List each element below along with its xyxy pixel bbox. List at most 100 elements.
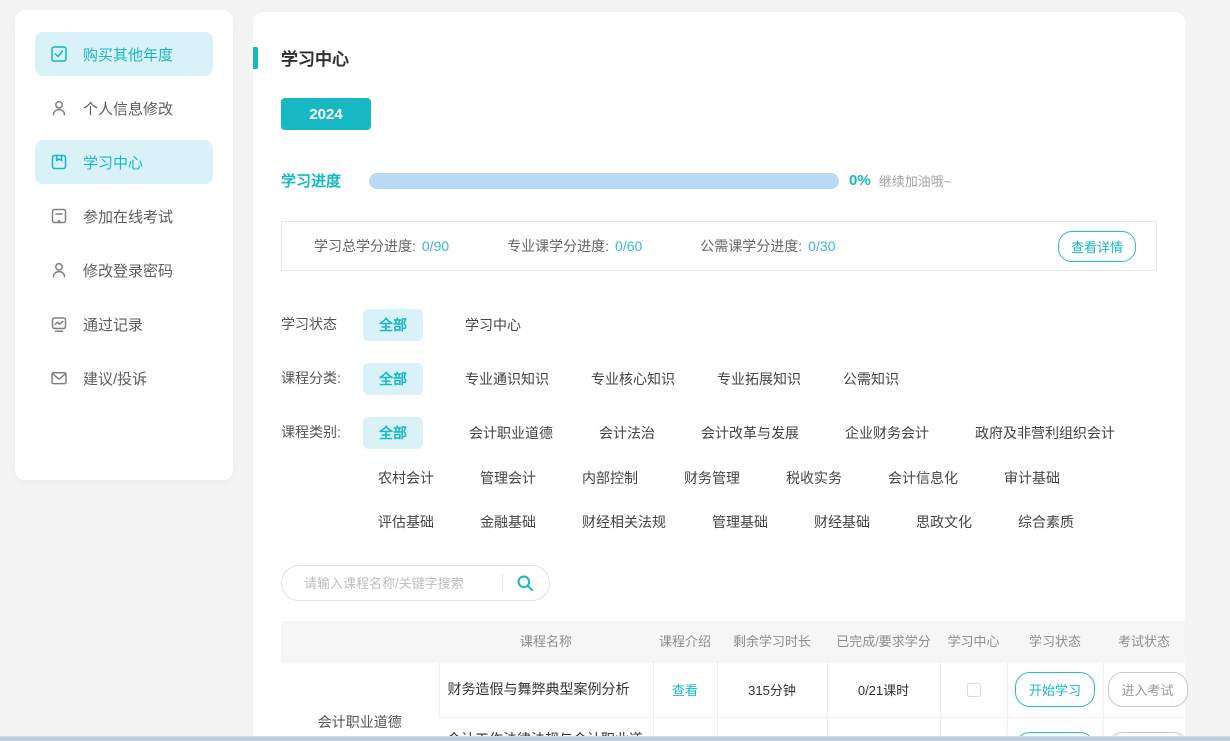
year-2024-button[interactable]: 2024 (281, 98, 371, 130)
filter-option[interactable]: 思政文化 (916, 512, 972, 532)
bookmark-book-icon (49, 152, 69, 172)
filter-option[interactable]: 会计改革与发展 (701, 423, 799, 443)
course-name: 财务造假与舞弊典型案例分析 (439, 661, 653, 717)
filter-course-type: 课程类别: 全部 会计职业道德 会计法治 会计改革与发展 企业财务会计 政府及非… (281, 417, 1185, 537)
filter-course-category: 课程分类: 全部 专业通识知识 专业核心知识 专业拓展知识 公需知识 (281, 363, 1185, 395)
filter-option[interactable]: 财经基础 (814, 512, 870, 532)
column-header-intro: 课程介绍 (653, 621, 717, 661)
sidebar-item-pass-records[interactable]: 通过记录 (35, 302, 213, 346)
credit-label: 公需课学分进度: (700, 236, 802, 256)
view-details-button[interactable]: 查看详情 (1058, 231, 1136, 262)
sidebar-item-learning-center[interactable]: 学习中心 (35, 140, 213, 184)
progress-bar (369, 173, 839, 189)
filter-option[interactable]: 管理会计 (480, 468, 536, 488)
column-header-study-status: 学习状态 (1007, 621, 1103, 661)
filters-section: 学习状态 全部 学习中心 课程分类: 全部 专业通识知识 专业核心知识 专业拓展… (281, 309, 1185, 537)
ballot-check-icon (49, 44, 69, 64)
filter-option-all[interactable]: 全部 (363, 309, 423, 341)
credit-item-professional: 专业课学分进度: 0/60 (507, 236, 642, 256)
filter-option[interactable]: 综合素质 (1018, 512, 1074, 532)
table-header-row: 课程名称 课程介绍 剩余学习时长 已完成/要求学分 学习中心 学习状态 考试状态 (281, 621, 1185, 661)
page-title-row: 学习中心 (253, 45, 1185, 70)
filter-option[interactable]: 内部控制 (582, 468, 638, 488)
sidebar-item-label: 个人信息修改 (83, 98, 173, 119)
filter-option-all[interactable]: 全部 (363, 363, 423, 395)
course-search-box (281, 565, 550, 601)
credit-item-total: 学习总学分进度: 0/90 (314, 236, 449, 256)
filter-option[interactable]: 专业通识知识 (465, 369, 549, 389)
progress-encourage-text: 继续加油哦~ (879, 171, 952, 190)
sidebar-item-label: 修改登录密码 (83, 260, 173, 281)
sidebar-item-label: 通过记录 (83, 314, 143, 335)
horizontal-scrollbar[interactable] (0, 736, 1230, 741)
remaining-time: 315分钟 (717, 661, 827, 717)
exam-document-icon (49, 206, 69, 226)
sidebar-item-label: 购买其他年度 (83, 44, 173, 65)
credit-item-public: 公需课学分进度: 0/30 (700, 236, 835, 256)
credit-value: 0/30 (808, 238, 835, 254)
filter-option[interactable]: 金融基础 (480, 512, 536, 532)
sidebar-item-change-password[interactable]: 修改登录密码 (35, 248, 213, 292)
sidebar: 购买其他年度 个人信息修改 学习中心 参加在线考试 修改登录密码 通过记录 (15, 10, 233, 480)
search-button[interactable] (515, 573, 535, 593)
filter-option[interactable]: 学习中心 (465, 315, 521, 335)
start-study-button[interactable]: 开始学习 (1015, 672, 1095, 707)
view-intro-link[interactable]: 查看 (672, 683, 698, 698)
progress-label: 学习进度 (281, 170, 341, 191)
filter-study-status: 学习状态 全部 学习中心 (281, 309, 1185, 341)
progress-percent: 0% (849, 172, 871, 189)
column-header-category (281, 621, 439, 661)
course-category-cell: 会计职业道德 (281, 661, 439, 741)
search-divider (502, 574, 503, 592)
column-header-exam-status: 考试状态 (1103, 621, 1185, 661)
filter-option[interactable]: 审计基础 (1004, 468, 1060, 488)
credit-summary-box: 学习总学分进度: 0/90 专业课学分进度: 0/60 公需课学分进度: 0/3… (281, 221, 1157, 271)
column-header-remaining-time: 剩余学习时长 (717, 621, 827, 661)
filter-option[interactable]: 税收实务 (786, 468, 842, 488)
sidebar-item-label: 建议/投诉 (83, 368, 147, 389)
filter-option-all[interactable]: 全部 (363, 417, 423, 449)
credit-label: 学习总学分进度: (314, 236, 416, 256)
progress-row: 学习进度 0% 继续加油哦~ (281, 170, 1185, 191)
filter-option[interactable]: 专业拓展知识 (717, 369, 801, 389)
column-header-credits: 已完成/要求学分 (827, 621, 940, 661)
sidebar-item-suggestions[interactable]: 建议/投诉 (35, 356, 213, 400)
column-header-course-name: 课程名称 (439, 621, 653, 661)
search-icon (515, 573, 535, 593)
person-icon (49, 98, 69, 118)
enter-exam-button[interactable]: 进入考试 (1108, 672, 1188, 707)
search-input[interactable] (304, 576, 496, 591)
sidebar-item-online-exam[interactable]: 参加在线考试 (35, 194, 213, 238)
filter-option[interactable]: 公需知识 (843, 369, 899, 389)
filter-label: 课程类别: (281, 417, 363, 447)
filter-option[interactable]: 会计信息化 (888, 468, 958, 488)
filter-option[interactable]: 管理基础 (712, 512, 768, 532)
mail-icon (49, 368, 69, 388)
person-icon (49, 260, 69, 280)
filter-option[interactable]: 会计职业道德 (469, 423, 553, 443)
credit-value: 0/90 (422, 238, 449, 254)
filter-option[interactable]: 评估基础 (378, 512, 434, 532)
sidebar-item-buy-other-year[interactable]: 购买其他年度 (35, 32, 213, 76)
filter-option[interactable]: 会计法治 (599, 423, 655, 443)
credit-label: 专业课学分进度: (507, 236, 609, 256)
column-header-learning-center: 学习中心 (940, 621, 1007, 661)
main-panel: 学习中心 2024 学习进度 0% 继续加油哦~ 学习总学分进度: 0/90 专… (253, 12, 1185, 741)
filter-option[interactable]: 企业财务会计 (845, 423, 929, 443)
learning-center-checkbox[interactable] (967, 683, 981, 697)
filter-option[interactable]: 农村会计 (378, 468, 434, 488)
credits-progress: 0/21课时 (827, 661, 940, 717)
sidebar-item-edit-profile[interactable]: 个人信息修改 (35, 86, 213, 130)
title-accent-bar (253, 47, 258, 69)
filter-option[interactable]: 财经相关法规 (582, 512, 666, 532)
table-row: 会计职业道德 财务造假与舞弊典型案例分析 查看 315分钟 0/21课时 开始学… (281, 661, 1185, 717)
credit-value: 0/60 (615, 238, 642, 254)
filter-option[interactable]: 专业核心知识 (591, 369, 675, 389)
sidebar-item-label: 参加在线考试 (83, 206, 173, 227)
page-title: 学习中心 (281, 45, 349, 70)
filter-option[interactable]: 财务管理 (684, 468, 740, 488)
filter-option[interactable]: 政府及非营利组织会计 (975, 423, 1115, 443)
filter-label: 学习状态 (281, 309, 363, 339)
course-table: 课程名称 课程介绍 剩余学习时长 已完成/要求学分 学习中心 学习状态 考试状态… (281, 621, 1185, 741)
sidebar-item-label: 学习中心 (83, 152, 143, 173)
